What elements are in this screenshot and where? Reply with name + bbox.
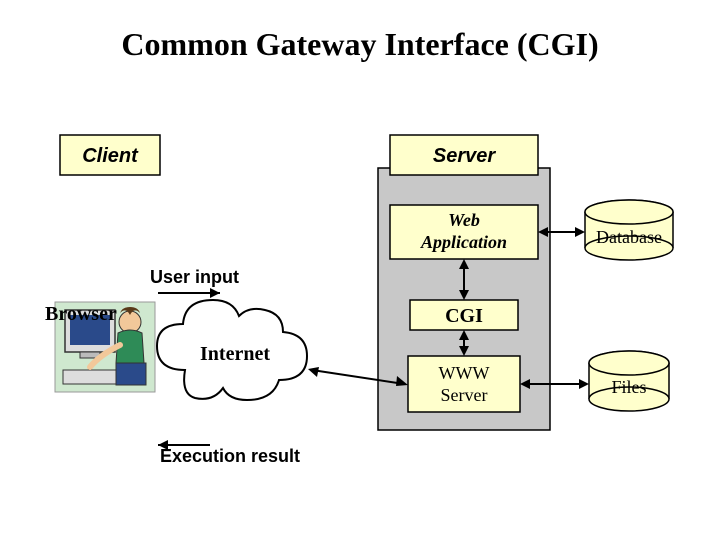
execution-result-label: Execution result: [160, 446, 300, 466]
files-label: Files: [611, 377, 646, 397]
database-label: Database: [596, 227, 662, 247]
www-label-1: WWW: [439, 363, 490, 383]
user-input-label: User input: [150, 267, 239, 287]
server-label: Server: [433, 145, 496, 167]
client-label: Client: [82, 145, 139, 167]
user-input-arrow: [158, 288, 220, 298]
diagram-title: Common Gateway Interface (CGI): [121, 26, 598, 62]
www-label-2: Server: [441, 385, 488, 405]
webapp-label-2: Application: [420, 232, 507, 252]
webapp-label-1: Web: [448, 210, 480, 230]
cgi-label: CGI: [445, 305, 483, 327]
cgi-diagram: Common Gateway Interface (CGI) Client Se…: [0, 0, 720, 540]
internet-label: Internet: [200, 343, 270, 365]
browser-label: Browser: [45, 303, 117, 325]
arrow-webapp-db: [538, 227, 585, 237]
